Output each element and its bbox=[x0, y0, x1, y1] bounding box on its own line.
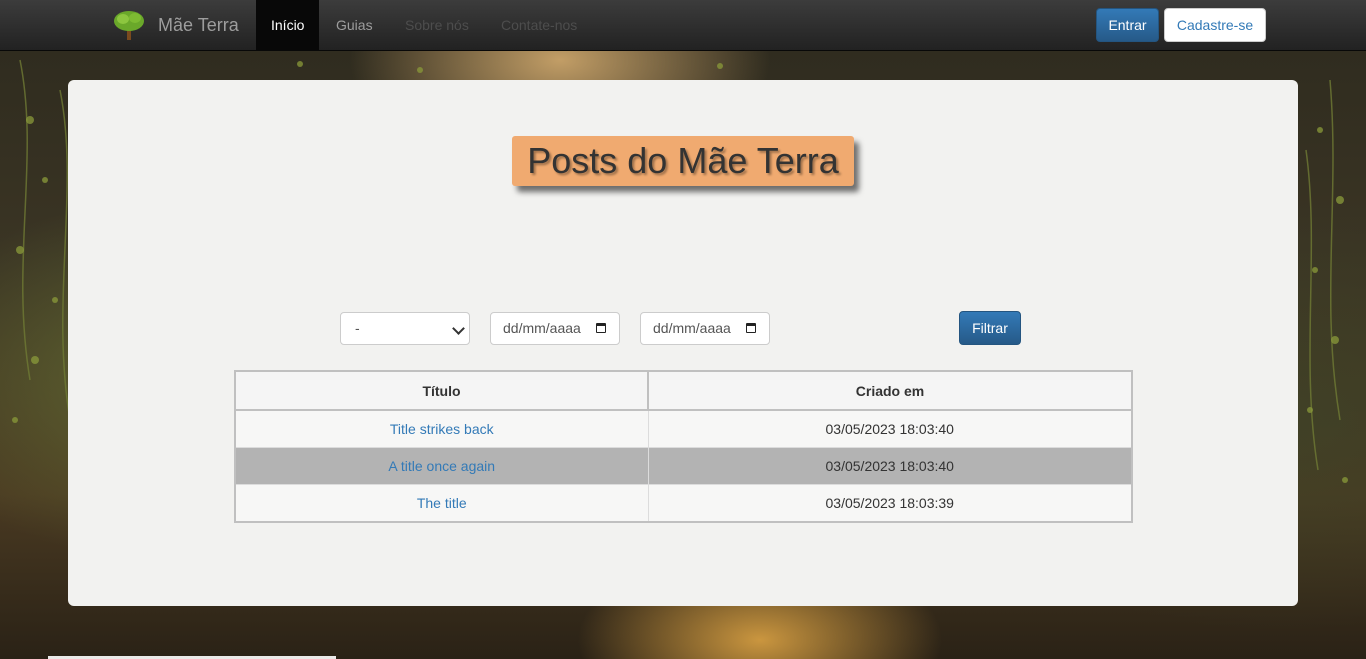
page-title: Posts do Mãe Terra bbox=[512, 136, 854, 186]
chevron-down-icon bbox=[452, 322, 465, 335]
category-select-value: - bbox=[355, 320, 360, 336]
login-button[interactable]: Entrar bbox=[1096, 8, 1159, 42]
navbar: Mãe Terra Início Guias Sobre nós Contate… bbox=[0, 0, 1366, 51]
date-to-input[interactable]: dd/mm/aaaa bbox=[640, 312, 770, 345]
table-row: Title strikes back 03/05/2023 18:03:40 bbox=[234, 409, 1133, 448]
tree-icon bbox=[114, 11, 144, 40]
nav-link-inicio[interactable]: Início bbox=[256, 0, 319, 50]
column-header-created: Criado em bbox=[647, 370, 1133, 411]
table-cell-created: 03/05/2023 18:03:39 bbox=[647, 484, 1133, 523]
post-title-link[interactable]: Title strikes back bbox=[390, 421, 494, 437]
post-title-link[interactable]: A title once again bbox=[388, 458, 495, 474]
category-select[interactable]: - bbox=[340, 312, 470, 345]
nav-link-contate-nos[interactable]: Contate-nos bbox=[486, 0, 592, 50]
content-panel: Posts do Mãe Terra - dd/mm/aaaa dd/mm/aa… bbox=[68, 80, 1298, 606]
column-header-title: Título bbox=[234, 370, 649, 411]
posts-table: Título Criado em Title strikes back 03/0… bbox=[234, 370, 1133, 523]
post-title-link[interactable]: The title bbox=[417, 495, 467, 511]
brand-name: Mãe Terra bbox=[158, 14, 239, 35]
filter-button[interactable]: Filtrar bbox=[959, 311, 1021, 345]
date-to-placeholder: dd/mm/aaaa bbox=[653, 320, 731, 336]
brand[interactable]: Mãe Terra bbox=[112, 0, 239, 50]
calendar-icon[interactable] bbox=[596, 323, 606, 333]
table-cell-title: The title bbox=[234, 484, 649, 523]
date-from-input[interactable]: dd/mm/aaaa bbox=[490, 312, 620, 345]
nav-link-guias[interactable]: Guias bbox=[321, 0, 388, 50]
table-row: A title once again 03/05/2023 18:03:40 bbox=[234, 447, 1133, 485]
table-row: The title 03/05/2023 18:03:39 bbox=[234, 484, 1133, 523]
nav-link-sobre-nos[interactable]: Sobre nós bbox=[390, 0, 484, 50]
date-from-placeholder: dd/mm/aaaa bbox=[503, 320, 581, 336]
table-cell-created: 03/05/2023 18:03:40 bbox=[647, 409, 1133, 448]
table-cell-title: Title strikes back bbox=[234, 409, 649, 448]
table-cell-created: 03/05/2023 18:03:40 bbox=[647, 447, 1133, 485]
signup-button[interactable]: Cadastre-se bbox=[1164, 8, 1266, 42]
calendar-icon[interactable] bbox=[746, 323, 756, 333]
table-header-row: Título Criado em bbox=[234, 370, 1133, 411]
table-cell-title: A title once again bbox=[234, 447, 649, 485]
